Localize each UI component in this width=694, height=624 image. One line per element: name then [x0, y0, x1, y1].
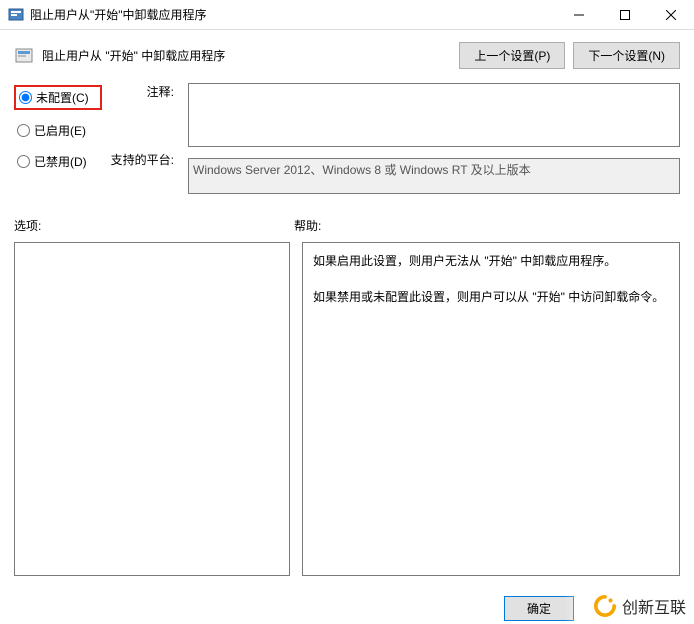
prev-setting-button[interactable]: 上一个设置(P): [459, 42, 565, 69]
titlebar: 阻止用户从"开始"中卸载应用程序: [0, 0, 694, 30]
radio-enabled-input[interactable]: [17, 124, 30, 137]
app-icon: [8, 7, 24, 23]
platform-textarea: [188, 158, 680, 194]
policy-title: 阻止用户从 "开始" 中卸载应用程序: [42, 47, 459, 64]
radio-not-configured[interactable]: 未配置(C): [14, 85, 102, 110]
next-setting-button[interactable]: 下一个设置(N): [573, 42, 680, 69]
help-text-1: 如果启用此设置，则用户无法从 "开始" 中卸载应用程序。: [313, 251, 669, 273]
watermark: 创新互联: [564, 590, 694, 622]
config-section: 未配置(C) 已启用(E) 已禁用(D) 注释: 支持的平台:: [0, 77, 694, 201]
window-buttons: [556, 0, 694, 29]
radio-not-configured-input[interactable]: [19, 91, 32, 104]
options-label: 选项:: [14, 217, 294, 234]
radio-disabled[interactable]: 已禁用(D): [14, 151, 102, 172]
close-button[interactable]: [648, 0, 694, 30]
watermark-text: 创新互联: [622, 594, 686, 618]
help-label: 帮助:: [294, 217, 321, 234]
platform-label: 支持的平台:: [110, 151, 174, 179]
maximize-button[interactable]: [602, 0, 648, 30]
comment-label: 注释:: [110, 83, 174, 151]
radio-enabled-label: 已启用(E): [34, 122, 86, 139]
field-labels: 注释: 支持的平台:: [110, 83, 180, 197]
radio-enabled[interactable]: 已启用(E): [14, 120, 102, 141]
help-text-2: 如果禁用或未配置此设置，则用户可以从 "开始" 中访问卸载命令。: [313, 287, 669, 309]
mid-labels: 选项: 帮助:: [0, 201, 694, 238]
comment-textarea[interactable]: [188, 83, 680, 147]
window-title: 阻止用户从"开始"中卸载应用程序: [30, 6, 556, 23]
radio-not-configured-label: 未配置(C): [36, 89, 89, 106]
policy-icon: [14, 46, 34, 66]
header-row: 阻止用户从 "开始" 中卸载应用程序 上一个设置(P) 下一个设置(N): [0, 30, 694, 77]
help-panel[interactable]: 如果启用此设置，则用户无法从 "开始" 中卸载应用程序。 如果禁用或未配置此设置…: [302, 242, 680, 576]
watermark-icon: [594, 595, 616, 617]
minimize-button[interactable]: [556, 0, 602, 30]
radio-disabled-input[interactable]: [17, 155, 30, 168]
radio-group: 未配置(C) 已启用(E) 已禁用(D): [14, 83, 102, 197]
options-panel[interactable]: [14, 242, 290, 576]
radio-disabled-label: 已禁用(D): [34, 153, 87, 170]
field-inputs: [188, 83, 680, 197]
lower-panels: 如果启用此设置，则用户无法从 "开始" 中卸载应用程序。 如果禁用或未配置此设置…: [0, 238, 694, 576]
